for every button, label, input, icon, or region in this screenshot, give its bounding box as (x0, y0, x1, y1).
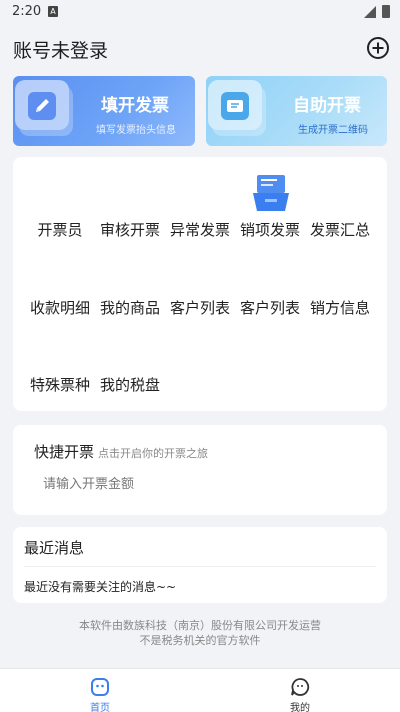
status-bar: 2:20 A (0, 0, 400, 24)
menu-item[interactable]: 特殊票种 (25, 374, 95, 395)
menu-item[interactable]: 收款明细 (25, 297, 95, 318)
self-invoice-title: 自助开票 (293, 96, 361, 116)
quick-invoice-card: 快捷开票 点击开启你的开票之旅 (13, 425, 387, 515)
self-invoice-subtitle: 生成开票二维码 (298, 125, 368, 136)
invoice-box-icon (253, 175, 289, 211)
quick-invoice-title: 快捷开票 (34, 443, 95, 461)
tab-mine[interactable]: 我的 (260, 669, 340, 712)
menu-item[interactable]: 客户列表 (235, 297, 305, 318)
fill-invoice-subtitle: 填写发票抬头信息 (96, 125, 176, 136)
menu-item[interactable]: 审核开票 (95, 219, 165, 240)
menu-item[interactable]: 异常发票 (165, 219, 235, 240)
recent-messages-title: 最近消息 (24, 539, 85, 557)
menu-item[interactable]: 我的税盘 (95, 374, 165, 395)
signal-icon (364, 6, 376, 18)
fill-invoice-card[interactable]: 填开发票 填写发票抬头信息 (13, 76, 195, 146)
menu-item[interactable]: 开票员 (25, 219, 95, 240)
add-button[interactable] (367, 37, 389, 59)
tab-mine-label: 我的 (290, 703, 310, 712)
divider (24, 566, 376, 567)
status-badge: A (48, 6, 58, 17)
ticket-icon (208, 80, 262, 130)
tab-home-label: 首页 (90, 703, 110, 712)
footer-company: 本软件由数族科技（南京）股份有限公司开发运营 (79, 619, 321, 632)
fill-invoice-title: 填开发票 (101, 96, 169, 116)
pencil-icon (15, 80, 69, 130)
recent-messages-empty: 最近没有需要关注的消息~~ (24, 580, 177, 594)
profile-icon (291, 678, 310, 696)
tab-home[interactable]: 首页 (60, 669, 140, 712)
menu-item[interactable]: 销项发票 (235, 219, 305, 240)
bottom-tab-bar: 首页 我的 (0, 668, 400, 712)
amount-input[interactable] (43, 472, 363, 496)
recent-messages-card: 最近消息 最近没有需要关注的消息~~ (13, 527, 387, 603)
status-time: 2:20 (12, 4, 42, 19)
page-title: 账号未登录 (13, 40, 109, 62)
menu-item[interactable]: 销方信息 (305, 297, 375, 318)
menu-item[interactable]: 客户列表 (165, 297, 235, 318)
menu-grid: 开票员 审核开票 异常发票 销项发票 发票汇总 收款明细 我的商品 客户列表 客… (13, 157, 387, 411)
menu-item[interactable]: 发票汇总 (305, 219, 375, 240)
battery-icon (382, 5, 390, 18)
quick-invoice-hint: 点击开启你的开票之旅 (98, 447, 208, 460)
menu-item[interactable]: 我的商品 (95, 297, 165, 318)
self-invoice-card[interactable]: 自助开票 生成开票二维码 (206, 76, 387, 146)
home-icon (91, 678, 109, 696)
footer-disclaimer: 不是税务机关的官方软件 (139, 634, 261, 647)
